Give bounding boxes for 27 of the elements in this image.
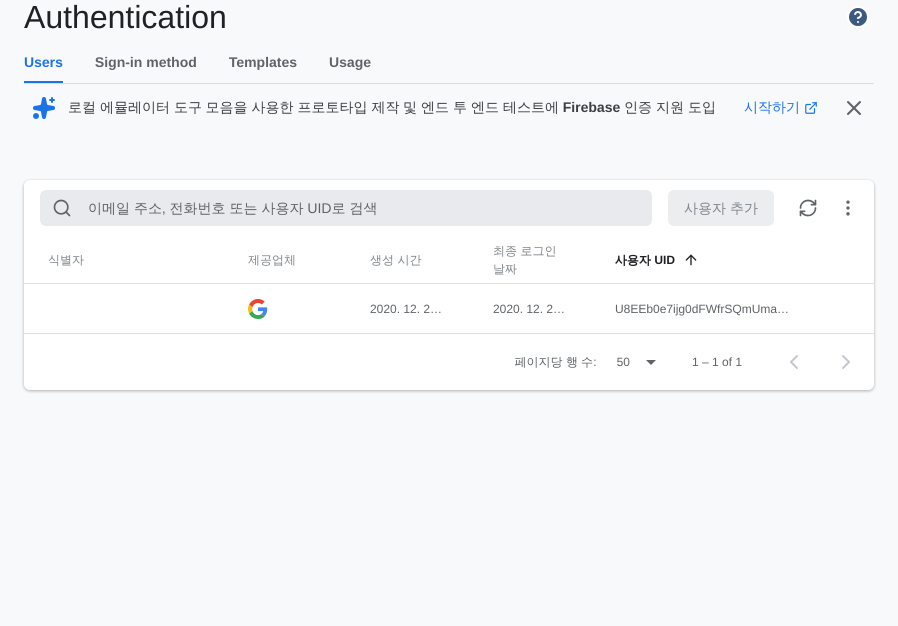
table-cell: U8EEb0e7ijg0dFWfrSQmUma…: [615, 302, 790, 316]
column-header[interactable]: 식별자: [48, 250, 112, 268]
table-cell: 2020. 12. 2…: [370, 302, 442, 316]
tab[interactable]: Users: [24, 44, 63, 83]
banner-text: 로컬 에뮬레이터 도구 모음을 사용한 프로토타입 제작 및 엔드 투 엔드 테스트에 Firebase 인증 지원 도입: [68, 98, 716, 117]
sparkle-icon: [32, 96, 56, 120]
column-header[interactable]: 최종 로그인 날짜: [493, 242, 557, 278]
sort-arrow-icon[interactable]: [683, 252, 699, 268]
get-started-link[interactable]: 시작하기: [744, 97, 818, 118]
page-range: 1 – 1 of 1: [692, 354, 742, 371]
tab[interactable]: Usage: [329, 44, 372, 83]
tab[interactable]: Sign-in method: [94, 44, 197, 83]
page-title: Authentication: [24, 1, 227, 33]
table-cell: 2020. 12. 2…: [493, 302, 566, 316]
search-icon: [52, 198, 72, 218]
rows-per-page-select[interactable]: 50: [616, 353, 656, 371]
external-link-icon: [804, 100, 818, 114]
column-header[interactable]: 생성 시간: [370, 250, 434, 268]
refresh-icon[interactable]: [798, 198, 818, 218]
column-header[interactable]: 제공업체: [248, 250, 312, 268]
help-icon[interactable]: [846, 5, 870, 29]
dropdown-caret-icon: [646, 360, 656, 364]
google-icon: [248, 298, 268, 318]
column-header[interactable]: 사용자 UID: [615, 250, 675, 268]
rows-per-page-label: 페이지당 행 수:: [514, 354, 597, 371]
tab[interactable]: Templates: [228, 44, 298, 83]
search-field[interactable]: 이메일 주소, 전화번호 또는 사용자 UID로 검색: [40, 190, 652, 226]
